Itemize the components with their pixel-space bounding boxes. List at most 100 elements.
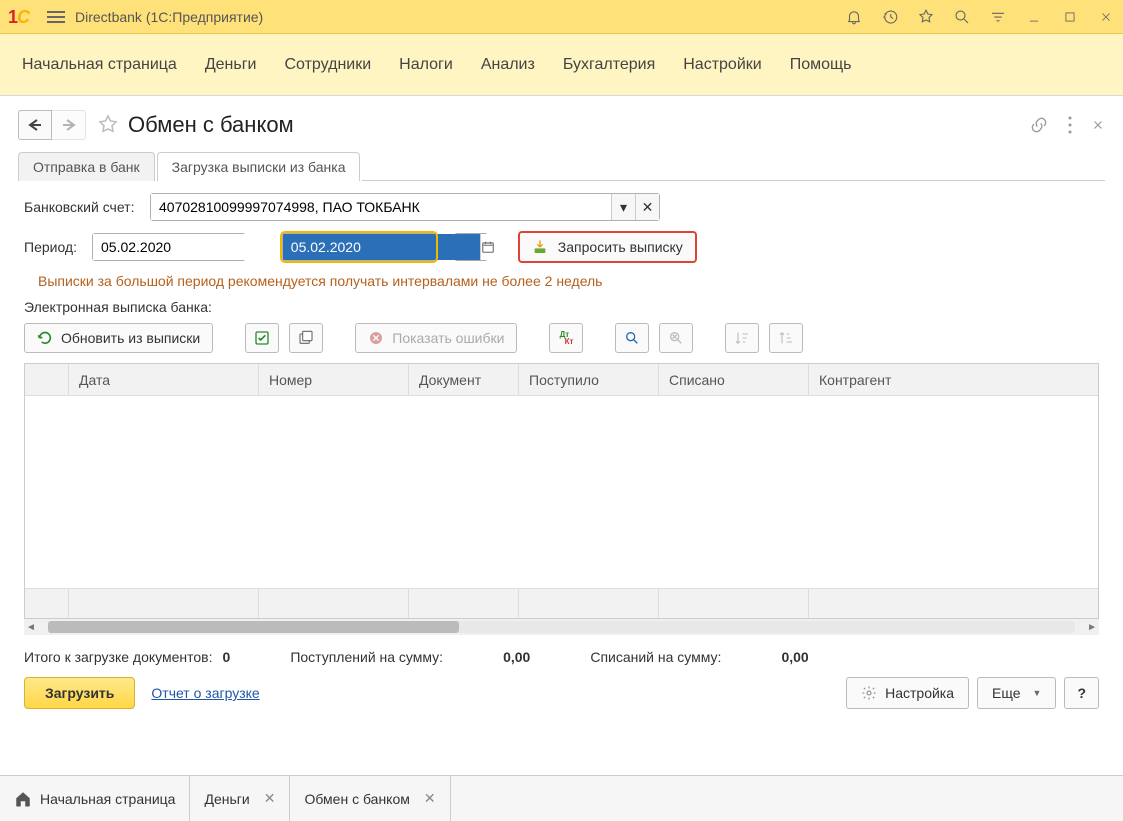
grid-col-number[interactable]: Номер (259, 364, 409, 395)
back-button[interactable] (18, 110, 52, 140)
totals-in-label: Поступлений на сумму: (290, 649, 443, 665)
grid-col-incoming[interactable]: Поступило (519, 364, 659, 395)
refresh-label: Обновить из выписки (61, 330, 200, 346)
account-clear-icon[interactable]: ✕ (635, 194, 659, 220)
nav-accounting[interactable]: Бухгалтерия (563, 56, 655, 74)
page-area: Обмен с банком Отправка в банк Загрузка … (0, 96, 1123, 784)
totals-row: Итого к загрузке документов: 0 Поступлен… (24, 649, 1099, 665)
sort-asc-icon (734, 330, 750, 346)
find-button[interactable] (615, 323, 649, 353)
statement-grid[interactable]: Дата Номер Документ Поступило Списано Ко… (24, 363, 1099, 619)
grid-header: Дата Номер Документ Поступило Списано Ко… (25, 364, 1098, 396)
help-button[interactable]: ? (1064, 677, 1099, 709)
gear-icon (861, 685, 877, 701)
nav-money[interactable]: Деньги (205, 56, 257, 74)
dtkt-button[interactable]: ДтКт (549, 323, 583, 353)
scroll-left-icon[interactable]: ◄ (26, 622, 36, 633)
close-icon[interactable]: ✕ (424, 790, 436, 807)
period-warning-text: Выписки за большой период рекомендуется … (38, 273, 1099, 289)
period-to-field[interactable] (282, 233, 436, 261)
taskbar-home[interactable]: Начальная страница (0, 776, 190, 821)
load-report-link[interactable]: Отчет о загрузке (151, 685, 259, 701)
find-icon (624, 330, 640, 346)
nav-settings[interactable]: Настройки (683, 56, 761, 74)
star-icon[interactable] (917, 8, 935, 26)
filter-icon[interactable] (989, 8, 1007, 26)
taskbar-tab-money-label: Деньги (204, 791, 249, 807)
nav-analysis[interactable]: Анализ (481, 56, 535, 74)
taskbar-tab-exchange[interactable]: Обмен с банком ✕ (290, 776, 450, 821)
forward-button[interactable] (52, 110, 86, 140)
favorite-star-icon[interactable] (96, 113, 120, 137)
totals-out-value: 0,00 (781, 649, 808, 665)
calendar-icon[interactable] (480, 234, 495, 260)
grid-col-check[interactable] (25, 364, 69, 395)
tab-send-to-bank[interactable]: Отправка в банк (18, 152, 155, 181)
account-label: Банковский счет: (24, 199, 144, 215)
sort-desc-button[interactable] (769, 323, 803, 353)
kebab-icon[interactable] (1067, 115, 1073, 135)
show-errors-button[interactable]: Показать ошибки (355, 323, 517, 353)
period-from-field[interactable] (92, 233, 246, 261)
error-icon (368, 330, 384, 346)
find-clear-icon (668, 330, 684, 346)
load-button[interactable]: Загрузить (24, 677, 135, 709)
download-icon (532, 239, 548, 255)
nav-home[interactable]: Начальная страница (22, 56, 177, 74)
account-input[interactable] (151, 194, 611, 220)
grid-col-counterparty[interactable]: Контрагент (809, 364, 1098, 395)
section-label: Электронная выписка банка: (24, 299, 1099, 315)
account-combo[interactable]: ▾ ✕ (150, 193, 660, 221)
taskbar-home-label: Начальная страница (40, 791, 175, 807)
link-icon[interactable] (1029, 115, 1049, 135)
show-errors-label: Показать ошибки (392, 330, 504, 346)
nav-taxes[interactable]: Налоги (399, 56, 453, 74)
scroll-right-icon[interactable]: ► (1087, 622, 1097, 633)
nav-help[interactable]: Помощь (790, 56, 852, 74)
more-button[interactable]: Еще ▼ (977, 677, 1056, 709)
dtkt-icon: ДтКт (560, 331, 574, 345)
close-page-icon[interactable] (1091, 118, 1105, 132)
close-window-icon[interactable] (1097, 8, 1115, 26)
refresh-icon (37, 330, 53, 346)
minimize-icon[interactable] (1025, 8, 1043, 26)
settings-button[interactable]: Настройка (846, 677, 969, 709)
page-header: Обмен с банком (18, 106, 1105, 144)
settings-label: Настройка (885, 685, 954, 701)
totals-docs-label: Итого к загрузке документов: (24, 649, 213, 665)
totals-out-label: Списаний на сумму: (590, 649, 721, 665)
grid-horizontal-scrollbar[interactable]: ◄ ► (24, 619, 1099, 635)
home-icon (14, 790, 32, 808)
account-dropdown-icon[interactable]: ▾ (611, 194, 635, 220)
period-to-input[interactable] (283, 234, 480, 260)
chevron-down-icon: ▼ (1033, 688, 1042, 698)
window-title: Directbank (1С:Предприятие) (75, 9, 263, 25)
taskbar: Начальная страница Деньги ✕ Обмен с банк… (0, 775, 1123, 821)
search-icon[interactable] (953, 8, 971, 26)
grid-col-doc[interactable]: Документ (409, 364, 519, 395)
grid-col-date[interactable]: Дата (69, 364, 259, 395)
taskbar-tab-money[interactable]: Деньги ✕ (190, 776, 290, 821)
sort-desc-icon (778, 330, 794, 346)
totals-in-value: 0,00 (503, 649, 530, 665)
logo-1c: 1С (8, 7, 29, 28)
menu-icon[interactable] (47, 8, 65, 26)
totals-docs-value: 0 (223, 649, 231, 665)
find-clear-button[interactable] (659, 323, 693, 353)
nav-employees[interactable]: Сотрудники (285, 56, 372, 74)
grid-col-outgoing[interactable]: Списано (659, 364, 809, 395)
bell-icon[interactable] (845, 8, 863, 26)
taskbar-tab-exchange-label: Обмен с банком (304, 791, 409, 807)
check-all-button[interactable] (245, 323, 279, 353)
scroll-thumb[interactable] (48, 621, 459, 633)
uncheck-all-button[interactable] (289, 323, 323, 353)
title-bar: 1С Directbank (1С:Предприятие) (0, 0, 1123, 34)
tab-load-statement[interactable]: Загрузка выписки из банка (157, 152, 361, 181)
history-icon[interactable] (881, 8, 899, 26)
sort-asc-button[interactable] (725, 323, 759, 353)
request-statement-button[interactable]: Запросить выписку (518, 231, 697, 263)
close-icon[interactable]: ✕ (264, 790, 276, 807)
maximize-icon[interactable] (1061, 8, 1079, 26)
period-from-input[interactable] (93, 234, 290, 260)
refresh-from-statement-button[interactable]: Обновить из выписки (24, 323, 213, 353)
